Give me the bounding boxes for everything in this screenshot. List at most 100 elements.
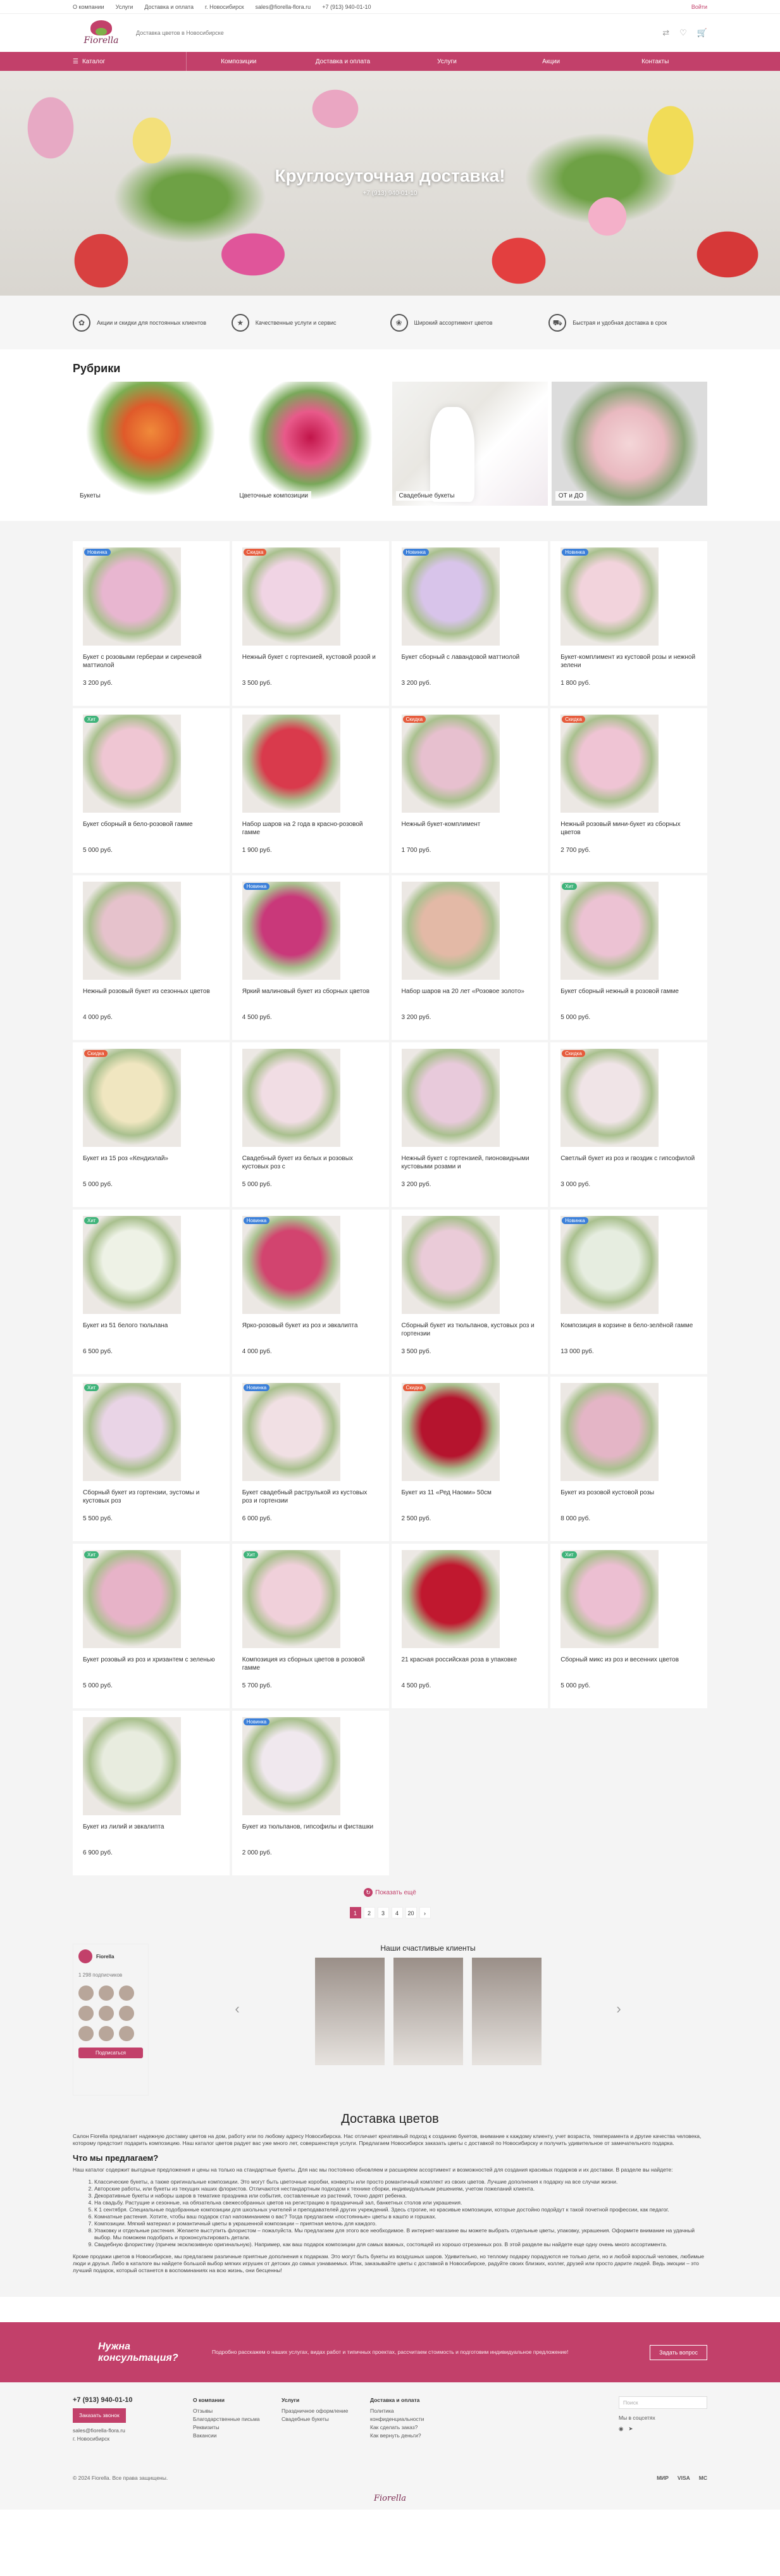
page-4[interactable]: 4 <box>391 1907 403 1918</box>
product-name[interactable]: Нежный букет-комплимент <box>402 820 538 846</box>
product-name[interactable]: Сборный букет из тюльпанов, кустовых роз… <box>402 1322 538 1347</box>
page-1[interactable]: 1 <box>349 1907 361 1918</box>
product-card[interactable]: Хит Букет сборный нежный в розовой гамме 5… <box>550 875 707 1040</box>
product-image[interactable]: Новинка <box>242 882 340 980</box>
footer-col-heading[interactable]: Услуги <box>282 2396 351 2404</box>
product-image[interactable]: Новинка <box>242 1717 340 1815</box>
product-name[interactable]: Нежный розовый букет из сезонных цветов <box>83 987 220 1013</box>
rubric-bouquets[interactable]: Букеты <box>73 382 229 506</box>
product-card[interactable]: Нежный букет с гортензией, пионовидными … <box>391 1042 548 1207</box>
footer-link[interactable]: Вакансии <box>193 2432 263 2440</box>
product-name[interactable]: Сборный микс из роз и весенних цветов <box>560 1656 697 1681</box>
product-name[interactable]: Свадебный букет из белых и розовых кусто… <box>242 1154 379 1180</box>
product-card[interactable]: Хит Композиция из сборных цветов в розово… <box>232 1544 389 1708</box>
product-image[interactable]: Скидка <box>401 1383 500 1481</box>
product-card[interactable]: Скидка Светлый букет из роз и гвоздик с г… <box>550 1042 707 1207</box>
product-card[interactable]: Хит Букет из 51 белого тюльпана 6 500 руб. <box>73 1210 230 1374</box>
product-image[interactable]: Хит <box>83 1216 181 1314</box>
cart-icon[interactable]: 🛒 <box>697 28 707 38</box>
product-name[interactable]: Композиция из сборных цветов в розовой г… <box>242 1656 379 1681</box>
footer-link[interactable]: Свадебные букеты <box>282 2415 351 2423</box>
product-card[interactable]: Скидка Букет из 11 «Ред Наоми» 50см 2 500 … <box>391 1377 548 1541</box>
product-name[interactable]: Нежный розовый мини-букет из сборных цве… <box>560 820 697 846</box>
product-name[interactable]: Яркий малиновый букет из сборных цветов <box>242 987 379 1013</box>
product-image[interactable]: Хит <box>560 882 659 980</box>
compare-icon[interactable]: ⇄ <box>662 28 669 38</box>
show-more-button[interactable]: ↻ Показать ещё <box>73 1888 707 1897</box>
topbar-city[interactable]: г. Новосибирск <box>205 4 244 10</box>
vk-subscribe-button[interactable]: Подписаться <box>78 2048 143 2058</box>
page-2[interactable]: 2 <box>363 1907 375 1918</box>
catalog-menu[interactable]: ☰ Каталог <box>73 52 187 71</box>
product-card[interactable]: Новинка Букет из тюльпанов, гипсофилы и ф… <box>232 1711 389 1875</box>
rubric-from-to[interactable]: ОТ и ДО <box>551 382 707 506</box>
rubric-wedding[interactable]: Свадебные букеты <box>392 382 548 506</box>
client-photo[interactable] <box>314 1958 385 2065</box>
product-name[interactable]: Светлый букет из роз и гвоздик с гипсофи… <box>560 1154 697 1180</box>
product-card[interactable]: Сборный букет из тюльпанов, кустовых роз… <box>391 1210 548 1374</box>
footer-phone[interactable]: +7 (913) 940-01-10 <box>73 2396 174 2404</box>
product-card[interactable]: Букет из розовой кустовой розы 8 000 руб. <box>550 1377 707 1541</box>
nav-item-compositions[interactable]: Композиции <box>187 58 291 65</box>
product-card[interactable]: Набор шаров на 2 года в красно-розовой г… <box>232 708 389 873</box>
topbar-link-services[interactable]: Услуги <box>116 4 133 10</box>
footer-link[interactable]: Как сделать заказ? <box>370 2423 440 2432</box>
product-name[interactable]: 21 красная российская роза в упаковке <box>402 1656 538 1681</box>
footer-logo[interactable]: Fiorella <box>73 2494 707 2503</box>
product-card[interactable]: Хит Букет розовый из роз и хризантем с зе… <box>73 1544 230 1708</box>
product-name[interactable]: Набор шаров на 2 года в красно-розовой г… <box>242 820 379 846</box>
product-card[interactable]: Новинка Композиция в корзине в бело-зелён… <box>550 1210 707 1374</box>
client-photo[interactable] <box>393 1958 463 2065</box>
product-image[interactable]: Хит <box>83 1550 181 1648</box>
chevron-right-icon[interactable]: › <box>612 2001 625 2016</box>
footer-email[interactable]: sales@fiorella-flora.ru <box>73 2427 174 2435</box>
product-image[interactable]: Новинка <box>242 1383 340 1481</box>
product-card[interactable]: Хит Сборный букет из гортензии, эустомы и… <box>73 1377 230 1541</box>
topbar-link-about[interactable]: О компании <box>73 4 104 10</box>
product-name[interactable]: Букет из 51 белого тюльпана <box>83 1322 220 1347</box>
product-card[interactable]: 21 красная российская роза в упаковке 4 5… <box>391 1544 548 1708</box>
product-card[interactable]: Скидка Нежный розовый мини-букет из сборн… <box>550 708 707 873</box>
product-card[interactable]: Скидка Букет из 15 роз «Кендиэлай» 5 000 р… <box>73 1042 230 1207</box>
login-link[interactable]: Войти <box>691 4 707 10</box>
product-image[interactable] <box>242 1049 340 1147</box>
ask-question-button[interactable]: Задать вопрос <box>650 2344 707 2360</box>
product-name[interactable]: Нежный букет с гортензией, кустовой розо… <box>242 653 379 678</box>
product-image[interactable] <box>401 1550 500 1648</box>
product-card[interactable]: Набор шаров на 20 лет «Розовое золото» 3 … <box>391 875 548 1040</box>
rubric-compositions[interactable]: Цветочные композиции <box>232 382 388 506</box>
product-image[interactable]: Новинка <box>242 1216 340 1314</box>
footer-link[interactable]: Праздничное оформление <box>282 2407 351 2415</box>
search-input[interactable]: Поиск <box>619 2396 707 2409</box>
topbar-phone[interactable]: +7 (913) 940-01-10 <box>322 4 371 10</box>
nav-item-delivery[interactable]: Доставка и оплата <box>291 58 395 65</box>
page-3[interactable]: 3 <box>377 1907 389 1918</box>
product-image[interactable]: Хит <box>83 715 181 813</box>
product-name[interactable]: Букет-комплимент из кустовой розы и нежн… <box>560 653 697 678</box>
footer-col-heading[interactable]: О компании <box>193 2396 263 2404</box>
product-card[interactable]: Новинка Яркий малиновый букет из сборных … <box>232 875 389 1040</box>
footer-link[interactable]: Отзывы <box>193 2407 263 2415</box>
product-card[interactable]: Букет из лилий и эвкалипта 6 900 руб. <box>73 1711 230 1875</box>
product-card[interactable]: Новинка Букет сборный с лавандовой маттио… <box>391 541 548 706</box>
product-name[interactable]: Букет из 15 роз «Кендиэлай» <box>83 1154 220 1180</box>
product-name[interactable]: Букет из розовой кустовой розы <box>560 1489 697 1514</box>
product-image[interactable]: Скидка <box>401 715 500 813</box>
product-card[interactable]: Нежный розовый букет из сезонных цветов 4… <box>73 875 230 1040</box>
product-card[interactable]: Новинка Букет с розовыми гербераи и сирен… <box>73 541 230 706</box>
footer-col-heading[interactable]: Доставка и оплата <box>370 2396 440 2404</box>
product-image[interactable] <box>83 882 181 980</box>
product-name[interactable]: Композиция в корзине в бело-зелёной гамм… <box>560 1322 697 1347</box>
product-card[interactable]: Свадебный букет из белых и розовых кусто… <box>232 1042 389 1207</box>
nav-item-promo[interactable]: Акции <box>499 58 604 65</box>
product-image[interactable]: Скидка <box>242 547 340 646</box>
telegram-icon[interactable]: ➤ <box>628 2425 633 2433</box>
product-name[interactable]: Букет свадебный раструлькой из кустовых … <box>242 1489 379 1514</box>
topbar-email[interactable]: sales@fiorella-flora.ru <box>256 4 311 10</box>
nav-item-contacts[interactable]: Контакты <box>603 58 707 65</box>
product-card[interactable]: Новинка Букет-комплимент из кустовой розы… <box>550 541 707 706</box>
footer-link[interactable]: Политика конфиденциальности <box>370 2407 440 2423</box>
nav-item-services[interactable]: Услуги <box>395 58 499 65</box>
product-name[interactable]: Букет сборный нежный в розовой гамме <box>560 987 697 1013</box>
product-image[interactable] <box>401 882 500 980</box>
